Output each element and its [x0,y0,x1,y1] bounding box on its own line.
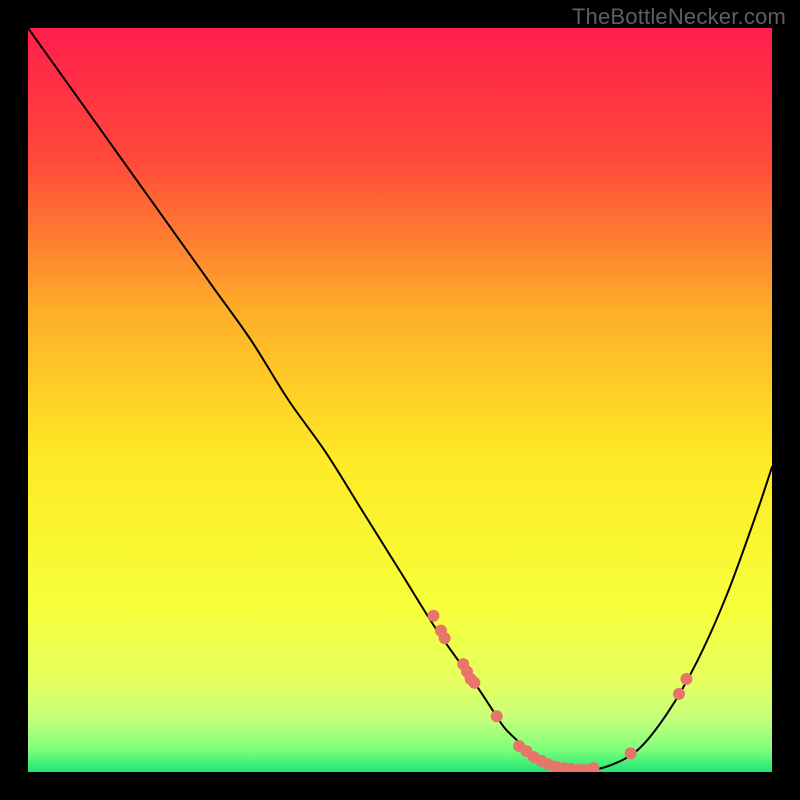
data-marker [491,710,503,722]
data-marker [427,610,439,622]
watermark-text: TheBottleNecker.com [572,4,786,30]
data-marker [673,688,685,700]
data-marker [680,673,692,685]
gradient-background [28,28,772,772]
chart-canvas [28,28,772,772]
data-marker [468,677,480,689]
data-marker [439,632,451,644]
data-marker [625,747,637,759]
plot-area [28,28,772,772]
chart-container: TheBottleNecker.com [0,0,800,800]
